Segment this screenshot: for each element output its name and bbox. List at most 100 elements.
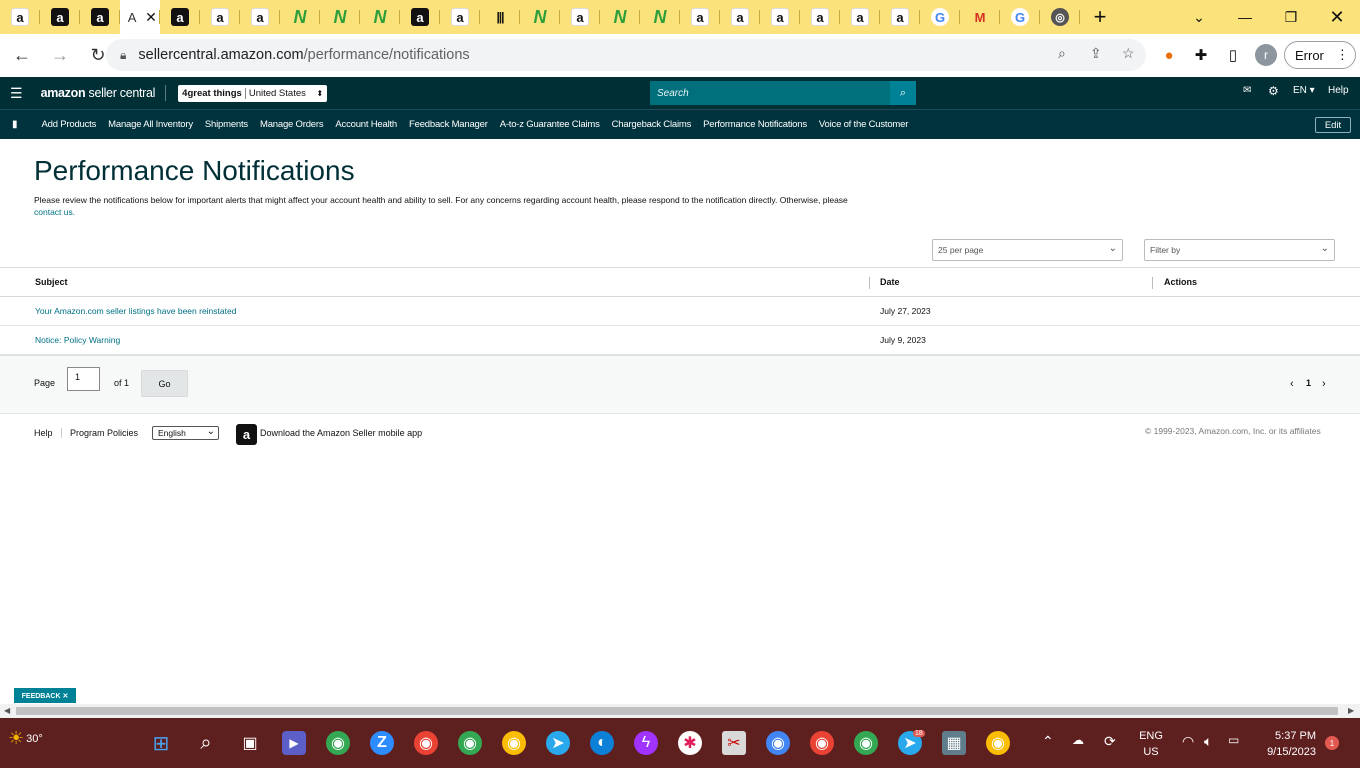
nav-link-feedback-manager[interactable]: Feedback Manager bbox=[409, 119, 488, 130]
browser-tab[interactable]: A ✕ bbox=[120, 0, 160, 34]
extension-firefox-icon[interactable]: ● bbox=[1158, 44, 1180, 66]
current-page-number[interactable]: 1 bbox=[1306, 378, 1311, 388]
minimize-button[interactable]: — bbox=[1222, 0, 1268, 34]
windows-start-icon[interactable]: ⊞ bbox=[149, 731, 173, 755]
browser-tab[interactable]: M bbox=[960, 0, 1000, 34]
nav-link-performance-notifications[interactable]: Performance Notifications bbox=[703, 119, 807, 130]
notification-badge[interactable]: 1 bbox=[1325, 736, 1339, 750]
program-policies-link[interactable]: Program Policies bbox=[61, 428, 138, 438]
browser-tab[interactable]: G bbox=[1000, 0, 1040, 34]
help-link[interactable]: Help bbox=[1328, 85, 1349, 96]
telegram-icon[interactable]: ➤ bbox=[546, 731, 570, 755]
edit-nav-button[interactable]: Edit bbox=[1315, 117, 1351, 133]
footer-help-link[interactable]: Help bbox=[34, 428, 53, 438]
search-input[interactable]: Search bbox=[650, 81, 890, 105]
scrollbar-thumb[interactable] bbox=[16, 707, 1338, 715]
browser-tab[interactable]: a bbox=[400, 0, 440, 34]
browser-tab[interactable]: a bbox=[680, 0, 720, 34]
system-clock[interactable]: 5:37 PM 9/15/2023 bbox=[1258, 728, 1316, 760]
filter-select[interactable]: Filter by ⌄ bbox=[1144, 239, 1335, 261]
chrome-icon[interactable]: ◉ bbox=[766, 731, 790, 755]
refresh-tray-icon[interactable]: ⟳ bbox=[1104, 733, 1116, 750]
previous-page-icon[interactable]: ‹ bbox=[1290, 378, 1294, 390]
browser-tab[interactable]: N bbox=[600, 0, 640, 34]
wifi-icon[interactable]: ◠ bbox=[1182, 733, 1194, 750]
volume-icon[interactable]: 🔈︎ bbox=[1204, 733, 1212, 750]
nav-link-voice-of-the-customer[interactable]: Voice of the Customer bbox=[819, 119, 908, 130]
notification-subject-link[interactable]: Your Amazon.com seller listings have bee… bbox=[35, 306, 236, 316]
browser-tab[interactable]: a bbox=[840, 0, 880, 34]
browser-tab[interactable]: a bbox=[240, 0, 280, 34]
new-tab-button[interactable]: + bbox=[1080, 0, 1120, 34]
browser-tab[interactable]: N bbox=[280, 0, 320, 34]
url-text[interactable]: sellercentral.amazon.com/performance/not… bbox=[138, 47, 469, 63]
browser-tab[interactable]: a bbox=[0, 0, 40, 34]
edge-icon[interactable]: ◐ bbox=[590, 731, 614, 755]
chrome-icon[interactable]: ◉ bbox=[414, 731, 438, 755]
browser-tab[interactable]: a bbox=[720, 0, 760, 34]
chrome-icon[interactable]: ◉ bbox=[854, 731, 878, 755]
browser-tab[interactable]: a bbox=[760, 0, 800, 34]
chrome-icon[interactable]: ◉ bbox=[502, 731, 526, 755]
back-button[interactable]: ← bbox=[6, 40, 38, 72]
page-number-input[interactable]: 1 bbox=[67, 367, 100, 391]
feedback-button[interactable]: FEEDBACK ✕ bbox=[14, 688, 76, 703]
chrome-icon[interactable]: ◉ bbox=[458, 731, 482, 755]
browser-tab[interactable]: a bbox=[800, 0, 840, 34]
share-icon[interactable]: ⇪ bbox=[1090, 45, 1102, 62]
download-app-link[interactable]: Download the Amazon Seller mobile app bbox=[260, 428, 422, 438]
browser-tab[interactable]: ||| bbox=[480, 0, 520, 34]
go-button[interactable]: Go bbox=[141, 370, 188, 397]
chrome-icon[interactable]: ◉ bbox=[326, 731, 350, 755]
chrome-icon[interactable]: ◉ bbox=[986, 731, 1010, 755]
nav-link-chargeback-claims[interactable]: Chargeback Claims bbox=[612, 119, 692, 130]
error-button[interactable]: Error ⋮ bbox=[1284, 41, 1356, 69]
battery-icon[interactable]: ▭ bbox=[1228, 733, 1239, 747]
zoom-app-icon[interactable]: Z bbox=[370, 731, 394, 755]
extensions-puzzle-icon[interactable]: ✚ bbox=[1190, 44, 1212, 66]
cloud-sync-icon[interactable]: ☁ bbox=[1072, 733, 1084, 747]
slack-icon[interactable]: ✱ bbox=[678, 731, 702, 755]
show-hidden-icons-icon[interactable]: ⌃ bbox=[1042, 733, 1054, 750]
teams-chat-icon[interactable]: ▶ bbox=[282, 731, 306, 755]
amazon-app-icon[interactable]: a bbox=[236, 424, 257, 445]
snipping-tool-icon[interactable]: ✂ bbox=[722, 731, 746, 755]
task-view-icon[interactable]: ▣ bbox=[238, 731, 262, 755]
browser-tab[interactable]: ◎ bbox=[1040, 0, 1080, 34]
calculator-icon[interactable]: ▦ bbox=[942, 731, 966, 755]
column-header-date[interactable]: Date bbox=[880, 277, 900, 287]
forward-button[interactable]: → bbox=[44, 40, 76, 72]
zoom-icon[interactable]: ⌕ bbox=[1058, 45, 1066, 62]
language-selector[interactable]: EN ▾ bbox=[1293, 85, 1315, 96]
chrome-icon[interactable]: ◉ bbox=[810, 731, 834, 755]
nav-link-account-health[interactable]: Account Health bbox=[335, 119, 397, 130]
horizontal-scrollbar[interactable]: ◀ ▶ bbox=[0, 704, 1360, 718]
browser-tab[interactable]: N bbox=[520, 0, 560, 34]
browser-tab[interactable]: a bbox=[40, 0, 80, 34]
nav-link-a-to-z-guarantee-claims[interactable]: A-to-z Guarantee Claims bbox=[500, 119, 600, 130]
tab-search-icon[interactable]: ⌄ bbox=[1176, 0, 1222, 34]
nav-link-manage-all-inventory[interactable]: Manage All Inventory bbox=[108, 119, 193, 130]
browser-tab[interactable]: G bbox=[920, 0, 960, 34]
nav-link-add-products[interactable]: Add Products bbox=[42, 119, 97, 130]
bookmark-star-icon[interactable]: ☆ bbox=[1122, 45, 1135, 62]
input-language-indicator[interactable]: ENG US bbox=[1136, 728, 1166, 760]
footer-language-select[interactable]: English ⌄ bbox=[152, 426, 219, 440]
profile-avatar[interactable]: r bbox=[1255, 44, 1277, 66]
search-button[interactable]: ⌕ bbox=[890, 81, 916, 105]
weather-widget[interactable]: ☀ 30° bbox=[8, 728, 43, 749]
browser-tab[interactable]: a bbox=[160, 0, 200, 34]
browser-tab[interactable]: N bbox=[360, 0, 400, 34]
hamburger-menu-icon[interactable]: ☰ bbox=[10, 85, 23, 102]
nav-link-manage-orders[interactable]: Manage Orders bbox=[260, 119, 324, 130]
account-switcher[interactable]: 4great things United States ⬍ bbox=[178, 84, 328, 102]
lock-icon[interactable]: 🔒︎ bbox=[120, 48, 126, 63]
mail-icon[interactable]: ✉ bbox=[1243, 85, 1251, 96]
restore-button[interactable]: ❐ bbox=[1268, 0, 1314, 34]
close-window-button[interactable]: ✕ bbox=[1314, 0, 1360, 34]
browser-tab[interactable]: N bbox=[320, 0, 360, 34]
browser-tab[interactable]: a bbox=[200, 0, 240, 34]
browser-tab[interactable]: a bbox=[440, 0, 480, 34]
bookmark-icon[interactable]: ▮ bbox=[12, 119, 18, 130]
scroll-left-icon[interactable]: ◀ bbox=[4, 704, 10, 718]
